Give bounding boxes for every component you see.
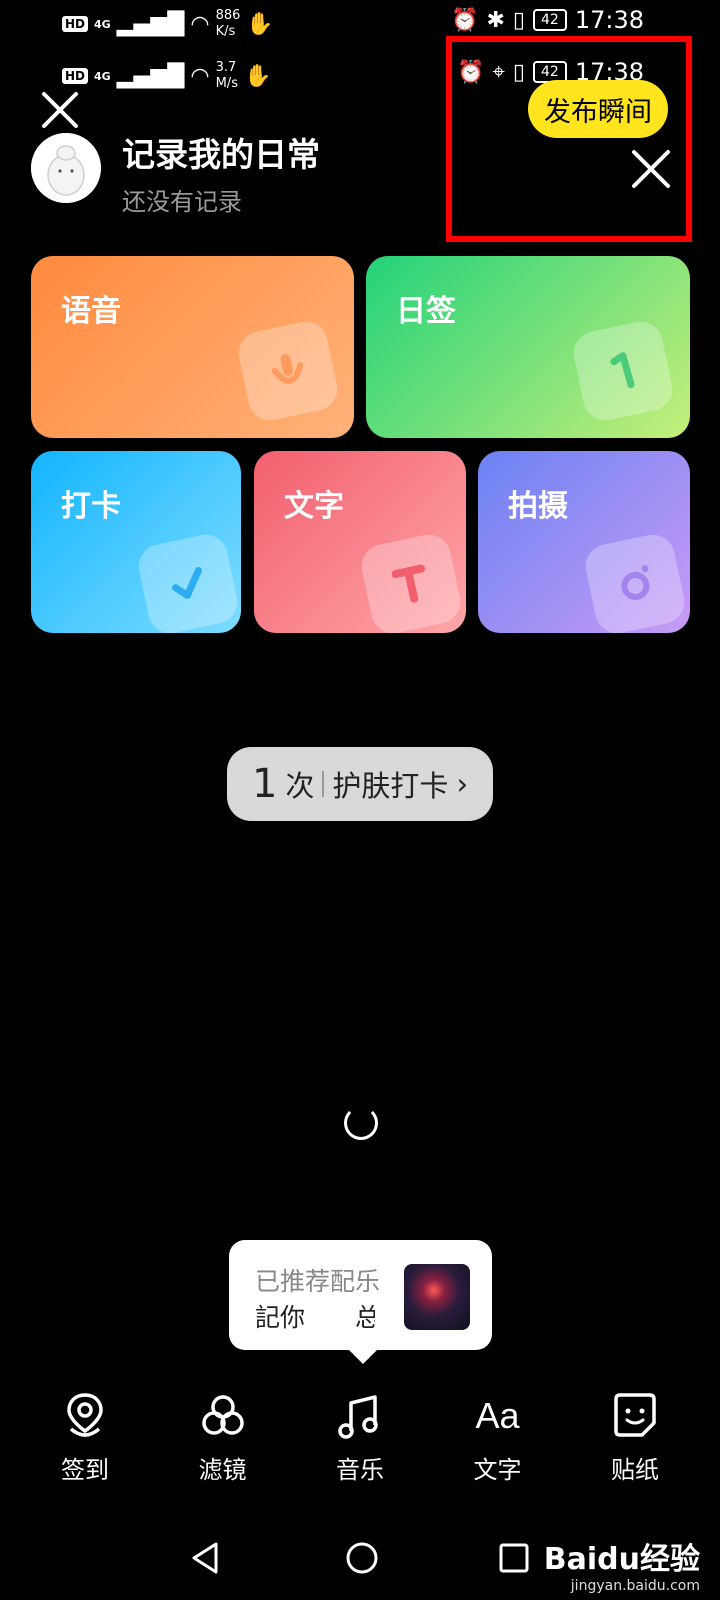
song-title: 記你 总: [255, 1303, 375, 1332]
page-subtitle: 还没有记录 [122, 188, 242, 216]
tooltip-title: 已推荐配乐 [255, 1267, 381, 1296]
status-left: HD 4G ▂▄▆█ ◠ 886 K/s ✋ [62, 8, 274, 40]
location-pin-icon [59, 1390, 111, 1442]
clock: 17:38 [574, 6, 644, 34]
publish-button[interactable]: 发布瞬间 [528, 80, 668, 138]
avatar-illustration [31, 133, 101, 203]
tool-text[interactable]: Aa 文字 [443, 1390, 553, 1500]
tool-label: 音乐 [336, 1456, 384, 1484]
signal-icon: 4G [94, 69, 111, 83]
loading-spinner-icon [344, 1106, 378, 1140]
avatar[interactable] [31, 133, 101, 203]
vibrate-icon: ▯ [512, 7, 525, 33]
card-label: 语音 [61, 294, 121, 329]
watermark-logo: Baidu经验 [543, 1542, 700, 1577]
network-speed: 3.7 M/s [215, 60, 238, 91]
tool-sticker[interactable]: 贴纸 [580, 1390, 690, 1500]
letter-t-icon [357, 530, 465, 633]
microphone-icon [234, 317, 342, 425]
signal-bars-icon: ▂▄▆█ [116, 11, 185, 37]
close-icon[interactable] [38, 88, 82, 132]
music-recommendation-tooltip[interactable]: 已推荐配乐 記你 总: [229, 1240, 492, 1364]
status-left: HD 4G ▂▄▆█ ◠ 3.7 M/s ✋ [62, 60, 271, 92]
album-cover [404, 1264, 470, 1330]
divider [322, 771, 325, 797]
watermark: Baidu经验 jingyan.baidu.com [544, 1534, 700, 1594]
music-note-icon [334, 1390, 386, 1442]
hd-badge: HD [62, 16, 89, 32]
card-label: 拍摄 [508, 489, 568, 524]
card-label: 文字 [284, 489, 344, 524]
sticker-icon [609, 1390, 661, 1442]
text-aa-icon: Aa [475, 1395, 520, 1436]
card-label: 打卡 [61, 489, 121, 524]
close-icon[interactable] [630, 148, 672, 190]
filter-circles-icon [197, 1390, 249, 1442]
check-in-unit: 次 [285, 769, 315, 803]
page-title: 记录我的日常 [122, 135, 320, 174]
wifi-icon: ◠ [190, 63, 210, 89]
watermark-url: jingyan.baidu.com [570, 1578, 700, 1594]
battery-icon: 42 [533, 9, 567, 31]
hd-badge: HD [62, 68, 89, 84]
tool-music[interactable]: 音乐 [305, 1390, 415, 1500]
highlight-box [446, 36, 692, 242]
signal-icon: 4G [94, 17, 111, 31]
tool-label: 贴纸 [611, 1456, 659, 1484]
card-check-in[interactable]: 打卡 [31, 451, 241, 633]
hand-icon: ✋ [246, 11, 274, 37]
status-right: ⏰ ✱ ▯ 42 17:38 [451, 6, 644, 34]
recent-apps-icon[interactable] [498, 1542, 530, 1574]
card-day-sign[interactable]: 日签 [366, 256, 690, 438]
network-speed: 886 K/s [215, 8, 241, 39]
home-icon[interactable] [344, 1540, 380, 1576]
hand-icon: ✋ [243, 63, 272, 89]
camera-icon [581, 530, 689, 633]
tool-bar: 签到 滤镜 音乐 Aa 文字 贴纸 [30, 1390, 690, 1500]
tool-label: 签到 [61, 1456, 109, 1484]
chevron-right-icon: › [456, 767, 469, 801]
day-number-icon [569, 317, 677, 425]
check-in-label: 护肤打卡 [332, 769, 449, 803]
check-in-count-pill[interactable]: 1 次 护肤打卡 › [227, 747, 493, 821]
back-icon[interactable] [188, 1540, 220, 1576]
tool-filter[interactable]: 滤镜 [168, 1390, 278, 1500]
bluetooth-icon: ✱ [486, 7, 505, 33]
tool-label: 滤镜 [198, 1456, 247, 1484]
alarm-icon: ⏰ [451, 7, 479, 33]
wifi-icon: ◠ [190, 11, 210, 37]
card-shoot[interactable]: 拍摄 [478, 451, 690, 633]
card-voice[interactable]: 语音 [31, 256, 354, 438]
tool-check-in[interactable]: 签到 [30, 1390, 140, 1500]
tool-label: 文字 [473, 1456, 522, 1484]
card-label: 日签 [396, 294, 456, 329]
checkmark-icon [134, 530, 241, 633]
signal-bars-icon: ▂▄▆█ [116, 63, 185, 89]
check-in-count: 1 [251, 761, 278, 807]
card-text[interactable]: 文字 [254, 451, 466, 633]
